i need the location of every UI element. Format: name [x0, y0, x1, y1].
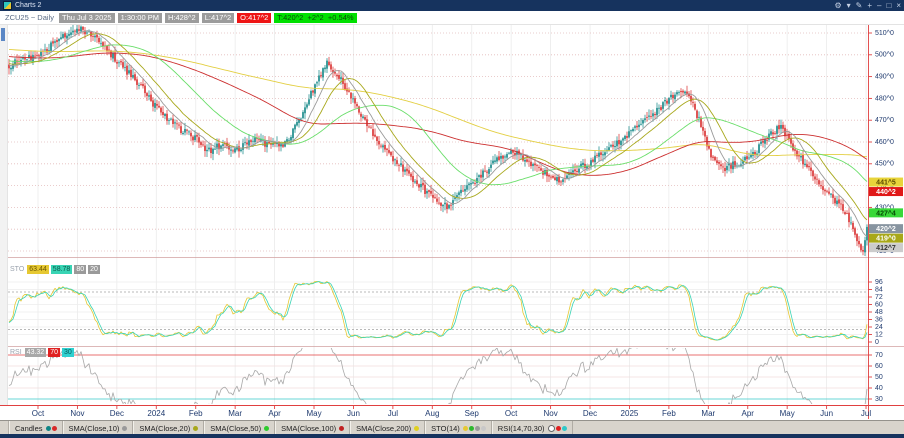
low-chip: L:417^2 — [201, 12, 235, 23]
legend-dots — [462, 425, 486, 431]
legend-sma50[interactable]: SMA(Close,50) — [204, 421, 276, 435]
legend-dots — [414, 425, 420, 431]
scrollbar-handle[interactable] — [1, 28, 5, 41]
app-window: Charts 2 ⚙ ▾ ✎ + – □ × ZCU25 ~ Daily Thu… — [0, 0, 904, 438]
rsi-value: 43.32 — [24, 348, 47, 357]
window-bottom-frame — [0, 434, 904, 438]
app-icon — [3, 1, 12, 10]
legend-dots — [339, 425, 345, 431]
window-controls: ⚙ ▾ ✎ + – □ × — [834, 1, 901, 10]
legend-label: SMA(Close,10) — [68, 423, 120, 433]
sto-lower-ref: 20 — [88, 265, 100, 274]
legend-label: SMA(Close,200) — [356, 423, 412, 433]
time-chip: 1:30:00 PM — [117, 12, 162, 23]
last-chip: T:420^2 +2^2 +0.54% — [274, 12, 357, 23]
legend-dots — [547, 424, 567, 432]
window-title: Charts 2 — [15, 2, 42, 9]
gear-icon[interactable]: ⚙ — [834, 1, 841, 10]
maximize-button[interactable]: □ — [886, 1, 891, 10]
legend-toolbar: Candles SMA(Close,10) SMA(Close,20) SMA(… — [0, 420, 904, 435]
rsi-upper-ref: 70 — [48, 348, 60, 357]
chart-header: ZCU25 ~ Daily Thu Jul 3 2025 1:30:00 PM … — [0, 11, 904, 25]
toolbar-grip[interactable] — [0, 421, 9, 435]
chevron-down-icon[interactable]: ▾ — [847, 1, 851, 10]
left-scrollbar[interactable] — [0, 24, 8, 405]
legend-sma200[interactable]: SMA(Close,200) — [350, 421, 426, 435]
legend-sma10[interactable]: SMA(Close,10) — [62, 421, 134, 435]
legend-dots — [122, 425, 128, 431]
legend-sto[interactable]: STO(14) — [425, 421, 492, 435]
close-button[interactable]: × — [896, 1, 901, 10]
rsi-lower-ref: 30 — [62, 348, 74, 357]
open-chip: O:417^2 — [237, 12, 272, 23]
legend-label: RSI(14,70,30) — [497, 423, 545, 433]
rsi-pane-label: RSI 43.32 70 30 — [10, 348, 74, 357]
rsi-label: RSI — [10, 349, 22, 356]
sto-k-value: 63.44 — [27, 265, 49, 274]
high-chip: H:428^2 — [164, 12, 199, 23]
legend-dots — [45, 425, 57, 431]
sto-pane-label: STO 63.44 58.78 80 20 — [10, 265, 100, 274]
legend-rsi[interactable]: RSI(14,70,30) — [491, 421, 573, 435]
titlebar[interactable]: Charts 2 ⚙ ▾ ✎ + – □ × — [0, 0, 904, 11]
legend-label: STO(14) — [431, 423, 460, 433]
sto-label: STO — [10, 266, 25, 273]
legend-candles[interactable]: Candles — [9, 421, 63, 435]
legend-label: SMA(Close,100) — [281, 423, 337, 433]
edit-icon[interactable]: ✎ — [856, 1, 863, 10]
chart-canvas[interactable] — [0, 0, 904, 438]
symbol-label: ZCU25 ~ Daily — [5, 13, 54, 22]
legend-dots — [264, 425, 270, 431]
legend-sma100[interactable]: SMA(Close,100) — [275, 421, 351, 435]
legend-sma20[interactable]: SMA(Close,20) — [133, 421, 205, 435]
date-chip: Thu Jul 3 2025 — [58, 12, 115, 23]
legend-dots — [193, 425, 199, 431]
sto-upper-ref: 80 — [74, 265, 87, 274]
pin-icon[interactable]: + — [867, 1, 872, 10]
legend-label: SMA(Close,50) — [210, 423, 262, 433]
legend-label: SMA(Close,20) — [139, 423, 191, 433]
minimize-button[interactable]: – — [877, 1, 881, 10]
legend-label: Candles — [15, 423, 43, 433]
sto-d-value: 58.78 — [50, 265, 73, 274]
